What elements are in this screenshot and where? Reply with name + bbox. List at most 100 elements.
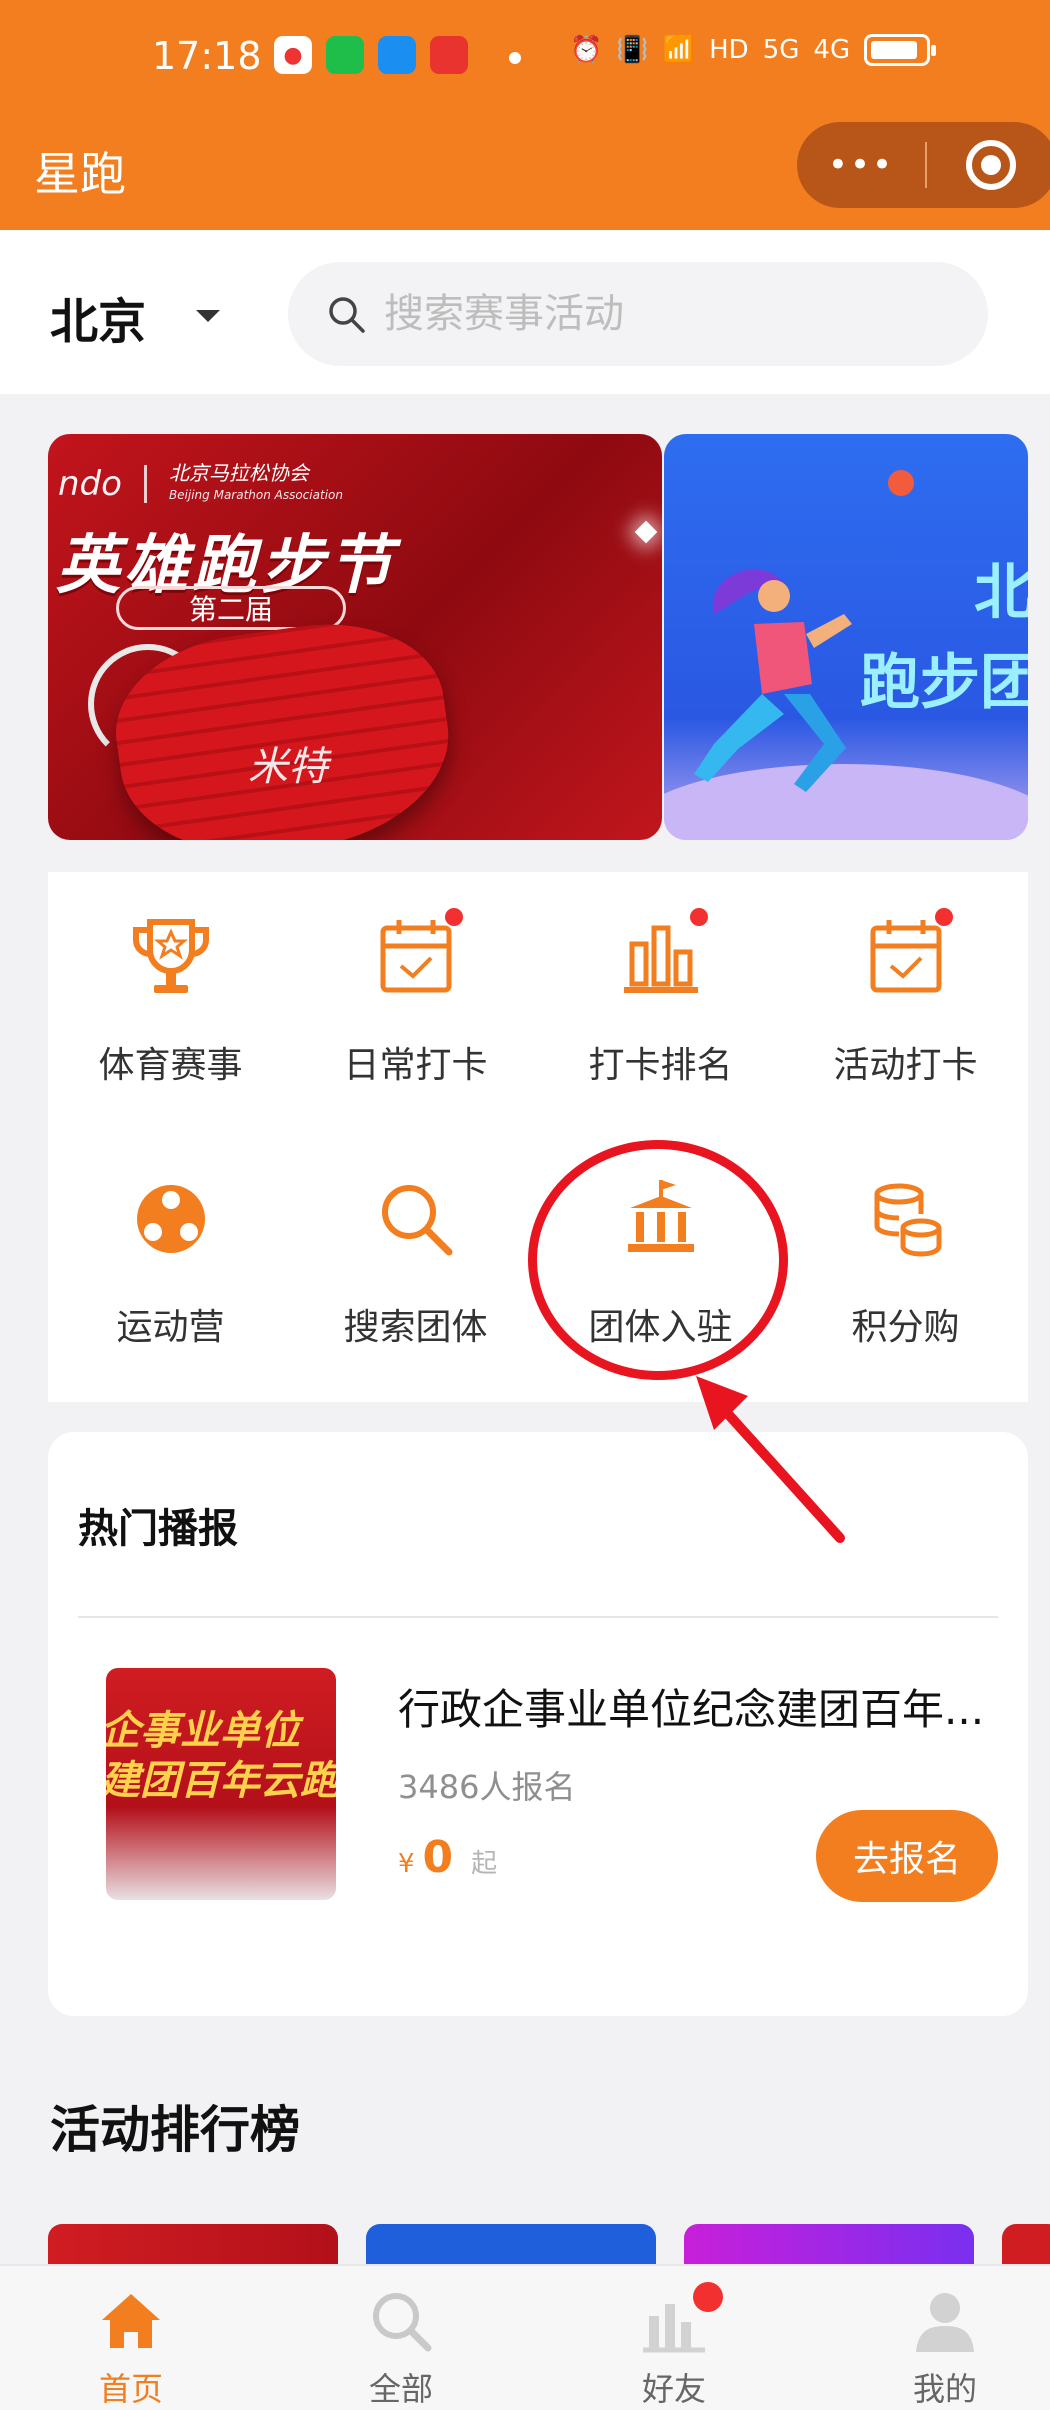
grid-item-checkin-ranking[interactable]: 打卡排名	[538, 872, 783, 1112]
app-root: 17:18 ● ⏰ 📳 📶 HD 5G 4G 星跑 ••• 北京 搜索赛事活动 …	[0, 0, 1050, 2410]
search-box[interactable]	[288, 262, 988, 366]
search-input[interactable]	[384, 262, 944, 366]
feature-grid: 体育赛事 日常打卡 打卡排名 活动打卡 运动营 搜索团体 团体入驻 积分购	[48, 872, 1028, 1402]
association-name-en: Beijing Marathon Association	[168, 488, 343, 502]
trophy-icon	[132, 919, 209, 993]
status-app-icons: ●	[274, 36, 468, 74]
tab-label: 全部	[368, 2370, 433, 2408]
grid-item-label: 体育赛事	[98, 1045, 243, 1086]
user-icon	[916, 2293, 974, 2352]
shopping-app-icon	[430, 36, 468, 74]
tab-mine[interactable]: 我的	[814, 2266, 1050, 2410]
search-icon	[373, 2293, 432, 2352]
annotation-circle	[528, 1140, 788, 1380]
section-title: 热门播报	[78, 1506, 238, 1552]
notification-badge	[934, 908, 953, 926]
wifi-icon: 📶	[662, 35, 696, 65]
grid-item-search-group[interactable]: 搜索团体	[293, 1134, 538, 1374]
grid-item-label: 活动打卡	[833, 1045, 978, 1086]
home-icon	[102, 2294, 160, 2348]
close-target-icon	[966, 140, 1016, 190]
banner-brand: ndo	[58, 464, 122, 504]
tab-label: 我的	[912, 2370, 977, 2408]
thumbnail-line2: 建团百年云跑	[106, 1758, 336, 1804]
message-app-icon	[326, 36, 364, 74]
grid-item-points-shop[interactable]: 积分购	[783, 1134, 1028, 1374]
more-options-button[interactable]: •••	[797, 122, 925, 208]
event-signup-count: 3486人报名	[398, 1768, 576, 1806]
alarm-icon: ⏰	[570, 35, 603, 65]
ranking-list	[48, 2224, 1050, 2304]
hot-broadcast-card: 热门播报 企事业单位 建团百年云跑 行政企事业单位纪念建团百年... 3486人…	[48, 1432, 1028, 2016]
ball-graphic	[888, 470, 914, 496]
banner-brand-row: ndo 北京马拉松协会 Beijing Marathon Association	[48, 462, 662, 506]
grid-item-activity-checkin[interactable]: 活动打卡	[783, 872, 1028, 1112]
capsule-menu: •••	[797, 122, 1050, 208]
status-right: ⏰ 📳 📶 HD 5G 4G	[570, 34, 937, 66]
banner-slide-running-group[interactable]: 北 跑步团	[664, 434, 1028, 840]
search-icon	[381, 1185, 452, 1256]
grid-item-sports-events[interactable]: 体育赛事	[48, 872, 293, 1112]
price-suffix: 起	[471, 1849, 498, 1879]
grid-item-label: 运动营	[116, 1307, 225, 1348]
coins-icon	[874, 1183, 941, 1257]
banner2-title-line2: 跑步团	[860, 648, 1028, 718]
calendar-check-icon	[371, 908, 463, 1002]
browser-app-icon	[378, 36, 416, 74]
hd-label: HD	[709, 35, 749, 65]
grid-item-daily-checkin[interactable]: 日常打卡	[293, 872, 538, 1112]
tab-friends[interactable]: 好友	[543, 2266, 805, 2410]
tab-label: 好友	[641, 2370, 706, 2408]
grid-item-label: 打卡排名	[588, 1045, 733, 1086]
price-value: 0	[422, 1832, 454, 1883]
search-row: 北京	[0, 230, 1050, 394]
ranking-section-title: 活动排行榜	[50, 2101, 300, 2159]
tab-all[interactable]: 全部	[270, 2266, 532, 2410]
notification-badge	[444, 908, 463, 926]
tab-label: 首页	[98, 2370, 163, 2408]
5g-label: 5G	[762, 35, 800, 65]
sparkle-icon	[634, 520, 658, 544]
4g-label: 4G	[813, 35, 851, 65]
notification-badge	[693, 2282, 723, 2312]
group-icon	[136, 1185, 205, 1253]
grid-item-sports-camp[interactable]: 运动营	[48, 1134, 293, 1374]
tab-home[interactable]: 首页	[0, 2266, 262, 2410]
grid-item-label: 积分购	[851, 1307, 960, 1348]
map-app-icon: ●	[274, 36, 312, 74]
event-title[interactable]: 行政企事业单位纪念建团百年...	[398, 1676, 1018, 1737]
banner2-title-line1: 北	[974, 558, 1028, 628]
banner-carousel[interactable]: ndo 北京马拉松协会 Beijing Marathon Association…	[48, 434, 1028, 840]
calendar-check-icon	[861, 908, 953, 1002]
event-price: ¥ 0 起	[398, 1832, 497, 1883]
search-icon	[329, 297, 365, 333]
bar-chart-icon	[639, 2282, 723, 2356]
close-button[interactable]	[927, 122, 1050, 208]
event-thumbnail[interactable]: 企事业单位 建团百年云跑	[106, 1668, 336, 1900]
banner-separator	[143, 465, 147, 503]
banner-edition: 第二届	[116, 586, 346, 630]
register-button[interactable]: 去报名	[816, 1810, 998, 1902]
notification-dot-icon	[509, 52, 521, 64]
city-selector[interactable]: 北京	[50, 282, 146, 352]
currency-symbol: ¥	[398, 1849, 415, 1879]
notification-badge	[689, 908, 708, 926]
bar-chart-icon	[616, 908, 708, 1002]
caret-down-icon[interactable]	[196, 310, 220, 322]
page-title: 星跑	[34, 147, 126, 201]
banner-slide-hero-run[interactable]: ndo 北京马拉松协会 Beijing Marathon Association…	[48, 434, 662, 840]
grid-item-label: 日常打卡	[343, 1045, 488, 1086]
annotation-arrow-icon	[696, 1376, 845, 1543]
bottom-tab-bar: 首页 全部 好友 我的	[0, 2264, 1050, 2410]
grid-item-label: 搜索团体	[343, 1307, 488, 1348]
battery-icon	[864, 34, 937, 66]
vibrate-icon: 📳	[616, 35, 649, 65]
divider	[78, 1616, 998, 1618]
mini-program-navbar: 星跑 •••	[0, 120, 1050, 230]
status-bar: 17:18 ● ⏰ 📳 📶 HD 5G 4G	[0, 0, 1050, 120]
banner-association: 北京马拉松协会 Beijing Marathon Association	[169, 462, 343, 506]
runner-illustration-icon	[694, 569, 852, 792]
mask-graphic	[104, 608, 462, 840]
status-time: 17:18	[152, 34, 262, 78]
association-name: 北京马拉松协会	[168, 461, 309, 485]
